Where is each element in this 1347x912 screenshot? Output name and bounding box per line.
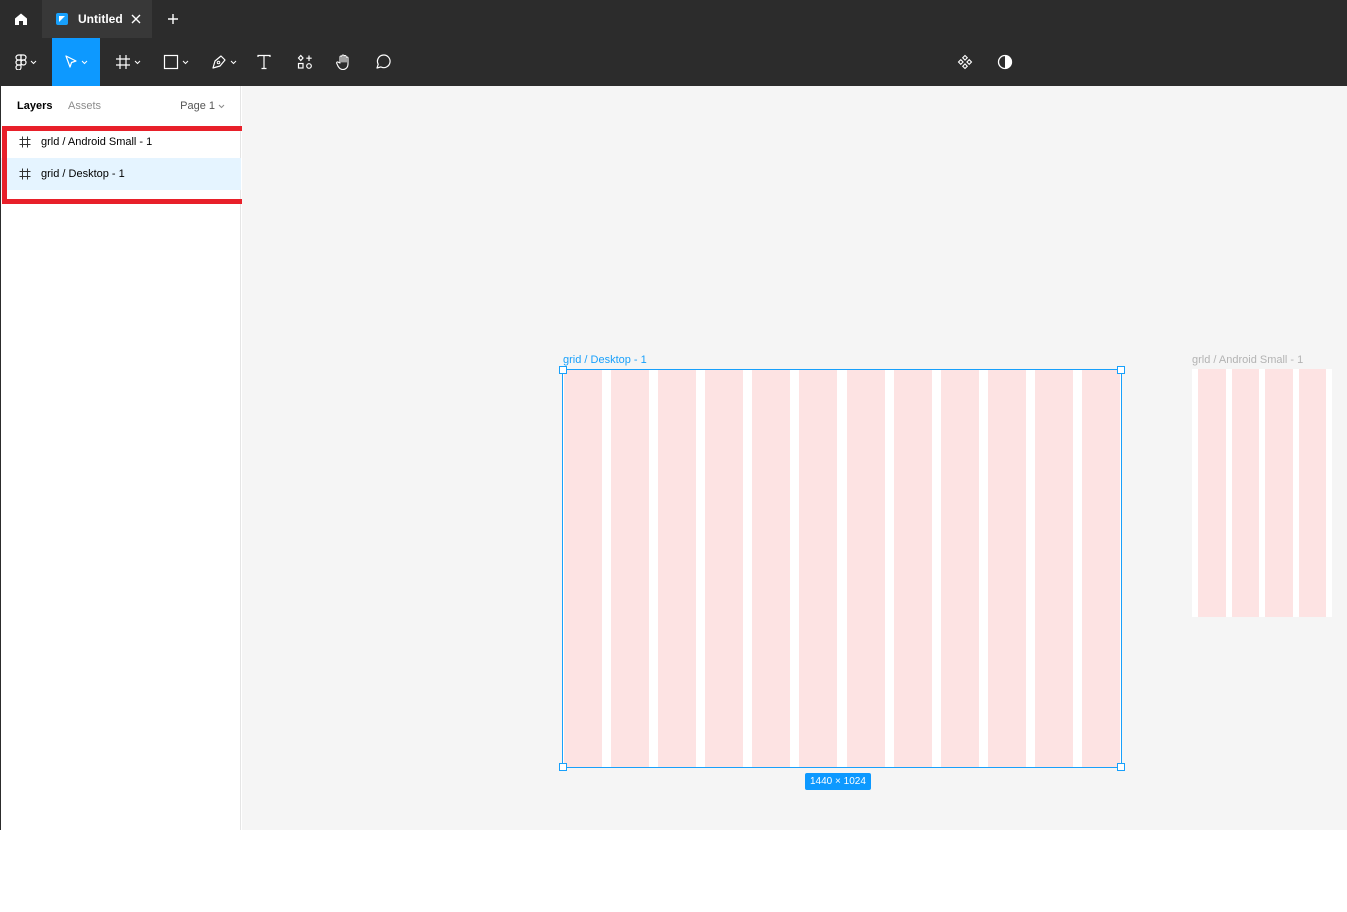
android-frame[interactable] [1192, 369, 1332, 617]
layout-grid-column [987, 370, 1026, 767]
tab-title: Untitled [78, 12, 123, 26]
android-frame-label[interactable]: grld / Android Small - 1 [1192, 354, 1303, 366]
pen-tool-button[interactable] [204, 38, 244, 86]
layer-item[interactable]: grid / Desktop - 1 [1, 158, 241, 190]
resources-icon [297, 54, 312, 69]
layout-grid-column [846, 370, 885, 767]
chevron-down-icon [134, 60, 141, 64]
home-icon [14, 13, 27, 25]
layout-grid-column [564, 370, 603, 767]
chevron-down-icon [230, 60, 237, 64]
components-button[interactable] [950, 38, 980, 86]
move-tool-button[interactable] [52, 38, 100, 86]
file-icon [56, 13, 68, 25]
layout-grid-column [1081, 370, 1120, 767]
layer-item[interactable]: grld / Android Small - 1 [1, 126, 241, 158]
tab-bar: Untitled [0, 0, 1347, 38]
text-tool-button[interactable] [250, 38, 278, 86]
shape-tool-button[interactable] [156, 38, 196, 86]
contrast-button[interactable] [990, 38, 1020, 86]
rectangle-tool-icon [163, 54, 179, 70]
comment-tool-icon [376, 54, 391, 69]
components-icon [957, 54, 973, 70]
frame-size-badge: 1440 × 1024 [805, 773, 871, 790]
new-tab-button[interactable] [165, 11, 181, 27]
pen-tool-icon [212, 55, 226, 69]
text-tool-icon [257, 54, 271, 70]
layout-grid-column [1231, 369, 1259, 617]
page-name: Page 1 [180, 100, 215, 112]
layout-grid-column [705, 370, 744, 767]
frame-tool-button[interactable] [108, 38, 148, 86]
chevron-down-icon [218, 104, 225, 108]
file-tab[interactable]: Untitled [42, 0, 152, 38]
tab-layers[interactable]: Layers [17, 100, 52, 112]
move-tool-icon [65, 55, 77, 68]
contrast-icon [997, 54, 1013, 70]
frame-icon [19, 168, 31, 180]
close-icon [131, 14, 141, 24]
layer-name: grid / Desktop - 1 [41, 168, 125, 180]
panel-tabs: Layers Assets Page 1 [1, 86, 241, 126]
resize-handle-bottom-left[interactable] [559, 763, 567, 771]
resize-handle-top-left[interactable] [559, 366, 567, 374]
plus-icon [168, 14, 178, 24]
layout-grid-column [1034, 370, 1073, 767]
hand-tool-button[interactable] [329, 38, 359, 86]
resources-button[interactable] [290, 38, 320, 86]
frame-tool-icon [116, 55, 130, 69]
layout-grid-column [1265, 369, 1293, 617]
tab-assets[interactable]: Assets [68, 100, 101, 112]
page-selector[interactable]: Page 1 [180, 100, 225, 112]
desktop-frame[interactable] [559, 366, 1125, 771]
chevron-down-icon [182, 60, 189, 64]
home-button[interactable] [0, 0, 41, 38]
layout-grid-column [893, 370, 932, 767]
close-tab-button[interactable] [128, 11, 144, 27]
resize-handle-top-right[interactable] [1117, 366, 1125, 374]
layer-name: grld / Android Small - 1 [41, 136, 153, 148]
figma-app: Untitled Layers Assets Page 1 grld / And… [0, 0, 1347, 830]
desktop-frame-label[interactable]: grid / Desktop - 1 [563, 354, 647, 366]
layout-grid-column [1298, 369, 1326, 617]
layer-list: grld / Android Small - 1 grid / Desktop … [1, 126, 241, 190]
canvas[interactable]: grid / Desktop - 1 1440 × 1024 grld / An… [242, 86, 1347, 830]
resize-handle-bottom-right[interactable] [1117, 763, 1125, 771]
layers-panel: Layers Assets Page 1 grld / Android Smal… [0, 86, 241, 830]
layout-grid-column [799, 370, 838, 767]
layout-grid-column [1198, 369, 1226, 617]
chevron-down-icon [30, 60, 37, 64]
toolbar [0, 38, 1347, 86]
layout-grid-column [658, 370, 697, 767]
layout-grid-column [940, 370, 979, 767]
layout-grid-column [611, 370, 650, 767]
frame-icon [19, 136, 31, 148]
layout-grid-column [752, 370, 791, 767]
chevron-down-icon [81, 60, 88, 64]
comment-tool-button[interactable] [368, 38, 398, 86]
hand-tool-icon [336, 54, 349, 71]
main-menu-button[interactable] [8, 38, 44, 86]
figma-menu-icon [15, 54, 27, 70]
